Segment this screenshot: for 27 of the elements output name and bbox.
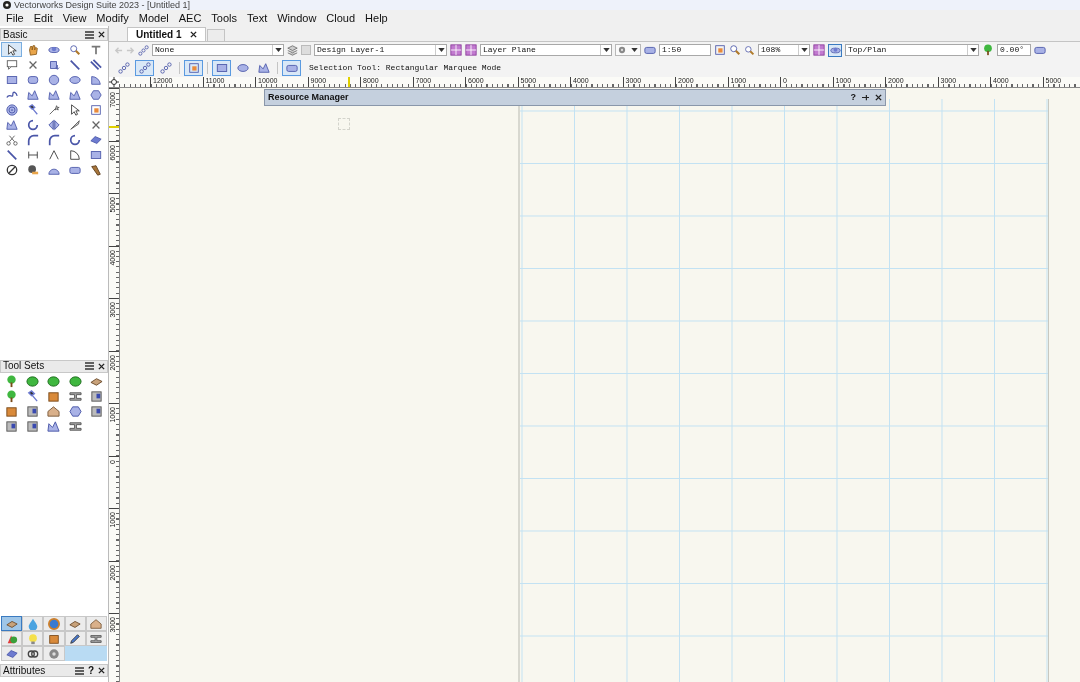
plane-dropdown[interactable]: Layer Plane (480, 44, 612, 56)
class-dropdown[interactable]: None (152, 44, 284, 56)
palette-title: Attributes (3, 665, 47, 676)
view-dropdown[interactable]: Top/Plan (845, 44, 979, 56)
menu-item[interactable]: Modify (96, 12, 129, 24)
status-text: Selection Tool: Rectangular Marquee Mode (309, 63, 502, 72)
menu-item[interactable]: Cloud (326, 12, 356, 24)
menu-item[interactable]: View (62, 12, 87, 24)
menu-item[interactable]: File (6, 12, 24, 24)
panel-title: Resource Manager (268, 93, 350, 102)
menu-item[interactable]: AEC (178, 12, 202, 24)
menu-item[interactable]: Tools (211, 12, 238, 24)
scale-field[interactable]: 1:50 (659, 44, 711, 56)
menu-item[interactable]: Text (247, 12, 268, 24)
zoom-dropdown[interactable]: 108% (758, 44, 810, 56)
layer-dropdown[interactable]: Design Layer-1 (314, 44, 447, 56)
help-button[interactable]: ? (87, 665, 94, 676)
menu-item[interactable]: Model (138, 12, 169, 24)
menu-item[interactable]: Edit (33, 12, 53, 24)
document-tab[interactable]: Untitled 1 (127, 27, 206, 41)
menu-item[interactable]: Window (277, 12, 317, 24)
palette-title: Basic (3, 29, 29, 40)
rotation-field[interactable]: 0.00° (997, 44, 1031, 56)
window-title: Vectorworks Design Suite 2023 - [Untitled 1] (14, 0, 191, 10)
palette-title: Tool Sets (3, 361, 46, 371)
help-button[interactable]: ? (850, 93, 856, 102)
menu-item[interactable]: Help (365, 12, 388, 24)
